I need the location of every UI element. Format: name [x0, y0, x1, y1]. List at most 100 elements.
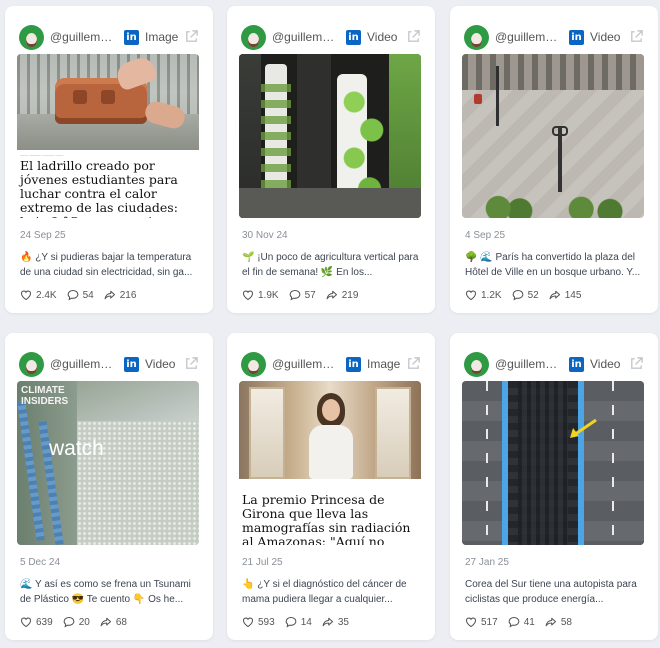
linkedin-icon: in	[124, 356, 139, 372]
comment-icon	[67, 289, 78, 301]
comments-count: 52	[527, 289, 539, 301]
comments-count: 54	[82, 289, 94, 301]
likes-count: 517	[481, 616, 498, 628]
likes-count: 593	[258, 616, 275, 628]
comments-stat: 14	[285, 616, 312, 628]
comments-count: 14	[300, 616, 312, 628]
avatar[interactable]	[241, 24, 266, 50]
comment-icon	[285, 616, 297, 628]
post-image[interactable]: La premio Princesa de Girona que lleva l…	[239, 381, 421, 545]
comments-stat: 54	[67, 289, 94, 301]
heart-icon	[242, 617, 254, 628]
post-card[interactable]: @guillemba... in Video 27 Jan 25 Corea d…	[450, 333, 658, 640]
linkedin-icon: in	[569, 356, 584, 372]
post-image[interactable]: —— ——— ——— —— El ladrillo creado por jóv…	[17, 54, 199, 218]
avatar[interactable]	[19, 24, 44, 50]
author-handle[interactable]: @guillemba...	[495, 30, 561, 44]
post-type-label: Video	[367, 30, 398, 44]
card-header: @guillemba... in Video	[241, 23, 421, 51]
card-header: @guillemba... in Image	[241, 350, 421, 378]
post-video-thumbnail[interactable]	[239, 54, 421, 218]
share-icon	[322, 617, 333, 627]
comment-icon	[508, 616, 520, 628]
likes-stat: 1.9K	[242, 289, 279, 301]
author-handle[interactable]: @guillemba...	[495, 357, 561, 371]
heart-icon	[465, 290, 477, 301]
comments-count: 57	[304, 289, 316, 301]
shares-stat: 58	[545, 616, 572, 628]
news-caption: La premio Princesa de Girona que lleva l…	[239, 479, 421, 545]
author-handle[interactable]: @guillemba...	[272, 30, 338, 44]
post-card[interactable]: @guillemba... in Video CLIMATE INSIDERS …	[5, 333, 213, 640]
likes-stat: 2.4K	[20, 289, 57, 301]
likes-stat: 517	[465, 616, 498, 628]
post-text: 🌱 ¡Un poco de agricultura vertical para …	[242, 252, 419, 278]
comment-icon	[289, 289, 300, 301]
external-link-icon[interactable]	[629, 29, 644, 44]
external-link-icon[interactable]	[184, 29, 199, 44]
linkedin-icon: in	[124, 29, 139, 45]
post-date: 4 Sep 25	[465, 230, 506, 241]
engagement-stats: 517 41 58	[465, 616, 582, 628]
card-header: @guillemba... in Video	[464, 23, 644, 51]
shares-count: 219	[341, 289, 359, 301]
engagement-stats: 2.4K 54 216	[20, 289, 146, 301]
yellow-arrow-icon	[570, 418, 597, 438]
post-type-label: Video	[145, 357, 176, 371]
news-caption: —— ——— ——— —— El ladrillo creado por jóv…	[17, 150, 199, 218]
post-video-thumbnail[interactable]	[462, 381, 644, 545]
post-date: 24 Sep 25	[20, 230, 66, 241]
comments-stat: 52	[512, 289, 539, 301]
likes-count: 639	[36, 616, 53, 628]
external-link-icon[interactable]	[406, 356, 421, 371]
heart-icon	[20, 617, 32, 628]
linkedin-icon: in	[346, 29, 361, 45]
engagement-stats: 639 20 68	[20, 616, 137, 628]
shares-stat: 219	[326, 289, 359, 301]
likes-stat: 639	[20, 616, 53, 628]
post-date: 21 Jul 25	[242, 557, 283, 568]
post-text: 👆 ¿Y si el diagnóstico del cáncer de mam…	[242, 579, 407, 605]
author-handle[interactable]: @guillemba...	[272, 357, 338, 371]
shares-stat: 216	[104, 289, 137, 301]
post-date: 30 Nov 24	[242, 230, 288, 241]
news-headline: El ladrillo creado por jóvenes estudiant…	[20, 158, 178, 219]
post-card[interactable]: @guillemba... in Video 4 Sep 25 🌳 🌊 Parí…	[450, 6, 658, 313]
shares-count: 216	[119, 289, 137, 301]
share-icon	[326, 290, 337, 300]
author-handle[interactable]: @guillemba...	[50, 30, 116, 44]
external-link-icon[interactable]	[629, 356, 644, 371]
share-icon	[545, 617, 556, 627]
post-text: 🌳 🌊 París ha convertido la plaza del Hôt…	[465, 252, 641, 278]
linkedin-icon: in	[346, 356, 361, 372]
shares-stat: 68	[100, 616, 127, 628]
post-card[interactable]: @guillemba... in Video 30 Nov 24 🌱 ¡Un p…	[227, 6, 435, 313]
avatar[interactable]	[241, 351, 266, 377]
shares-count: 58	[560, 616, 572, 628]
external-link-icon[interactable]	[184, 356, 199, 371]
comment-icon	[512, 289, 523, 301]
avatar[interactable]	[19, 351, 44, 377]
comments-count: 41	[523, 616, 535, 628]
post-text: Corea del Sur tiene una autopista para c…	[465, 579, 637, 605]
video-brand-watermark: CLIMATE INSIDERS	[21, 385, 69, 407]
engagement-stats: 593 14 35	[242, 616, 359, 628]
post-video-thumbnail[interactable]	[462, 54, 644, 218]
post-card[interactable]: @guillemba... in Image —— ——— ——— —— El …	[5, 6, 213, 313]
avatar[interactable]	[464, 351, 489, 377]
author-handle[interactable]: @guillemba...	[50, 357, 116, 371]
shares-count: 35	[337, 616, 349, 628]
news-headline: La premio Princesa de Girona que lleva l…	[242, 492, 411, 546]
avatar[interactable]	[464, 24, 489, 50]
post-date: 27 Jan 25	[465, 557, 509, 568]
post-text: 🔥 ¿Y si pudieras bajar la temperatura de…	[20, 252, 193, 278]
external-link-icon[interactable]	[406, 29, 421, 44]
likes-count: 1.2K	[481, 289, 502, 301]
comments-stat: 41	[508, 616, 535, 628]
post-text: 🌊 Y así es como se frena un Tsunami de P…	[20, 579, 191, 605]
shares-stat: 145	[549, 289, 581, 301]
post-date: 5 Dec 24	[20, 557, 61, 568]
post-card[interactable]: @guillemba... in Image La premio Princes…	[227, 333, 435, 640]
post-video-thumbnail[interactable]: CLIMATE INSIDERS watch	[17, 381, 199, 545]
comments-stat: 57	[289, 289, 316, 301]
